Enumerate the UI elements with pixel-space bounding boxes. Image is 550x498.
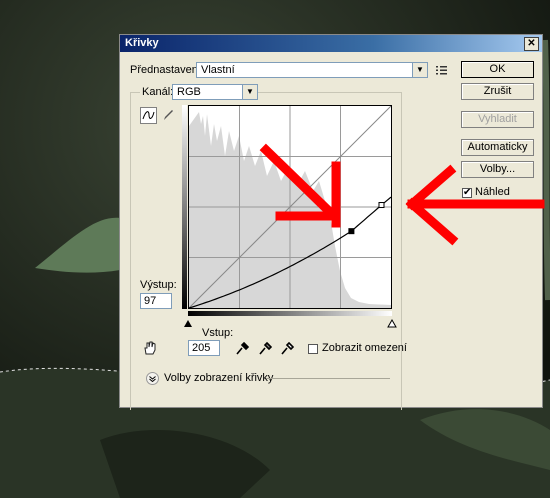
curves-dialog: Křivky ✕ Přednastavení: Vlastní ▼ OK Zru… — [119, 34, 543, 410]
input-gradient-bar — [188, 311, 392, 316]
pencil-icon[interactable] — [161, 108, 175, 122]
curve-point[interactable] — [348, 228, 355, 235]
channel-label: Kanál: — [140, 86, 176, 98]
eyedropper-icon[interactable] — [235, 340, 249, 356]
curve-graph[interactable] — [188, 105, 392, 309]
options-button[interactable]: Volby... — [461, 161, 534, 178]
show-clipping-label: Zobrazit omezení — [322, 342, 407, 354]
display-options-label: Volby zobrazení křivky — [164, 372, 274, 384]
show-clipping-checkbox[interactable] — [308, 344, 318, 354]
input-field[interactable]: 205 — [188, 340, 220, 356]
chevron-down-icon: ▼ — [242, 85, 257, 99]
preset-label: Přednastavení: — [130, 64, 204, 76]
black-point-slider[interactable] — [184, 320, 192, 327]
curve-tool-button[interactable] — [140, 107, 157, 124]
preview-label: Náhled — [475, 186, 510, 198]
white-point-slider[interactable] — [387, 319, 397, 328]
output-field[interactable]: 97 — [140, 293, 172, 309]
curve-plot[interactable] — [189, 106, 391, 308]
preset-select[interactable]: Vlastní ▼ — [196, 62, 428, 78]
auto-button[interactable]: Automaticky — [461, 139, 534, 156]
output-label: Výstup: — [140, 279, 177, 291]
smooth-button[interactable]: Vyhladit — [461, 111, 534, 128]
curve-icon — [142, 111, 155, 120]
preview-checkbox[interactable]: ✔ — [462, 188, 472, 198]
input-label: Vstup: — [202, 327, 234, 339]
ok-button[interactable]: OK — [461, 61, 534, 78]
chevron-down-icon: ▼ — [412, 63, 427, 77]
close-icon[interactable]: ✕ — [524, 37, 539, 51]
chevron-down-icon[interactable] — [146, 372, 159, 385]
cancel-button[interactable]: Zrušit — [461, 83, 534, 100]
hand-icon[interactable] — [142, 340, 158, 356]
dialog-title: Křivky — [125, 37, 159, 49]
curve-point[interactable] — [378, 202, 385, 209]
eyedropper-icon[interactable] — [280, 340, 294, 356]
title-bar: Křivky ✕ — [120, 35, 542, 52]
divider — [266, 378, 390, 379]
channel-value: RGB — [177, 86, 201, 98]
output-gradient-bar — [182, 105, 187, 309]
preset-value: Vlastní — [201, 64, 235, 76]
menu-icon[interactable] — [436, 64, 448, 76]
channel-select[interactable]: RGB ▼ — [172, 84, 258, 100]
eyedropper-icon[interactable] — [258, 340, 272, 356]
